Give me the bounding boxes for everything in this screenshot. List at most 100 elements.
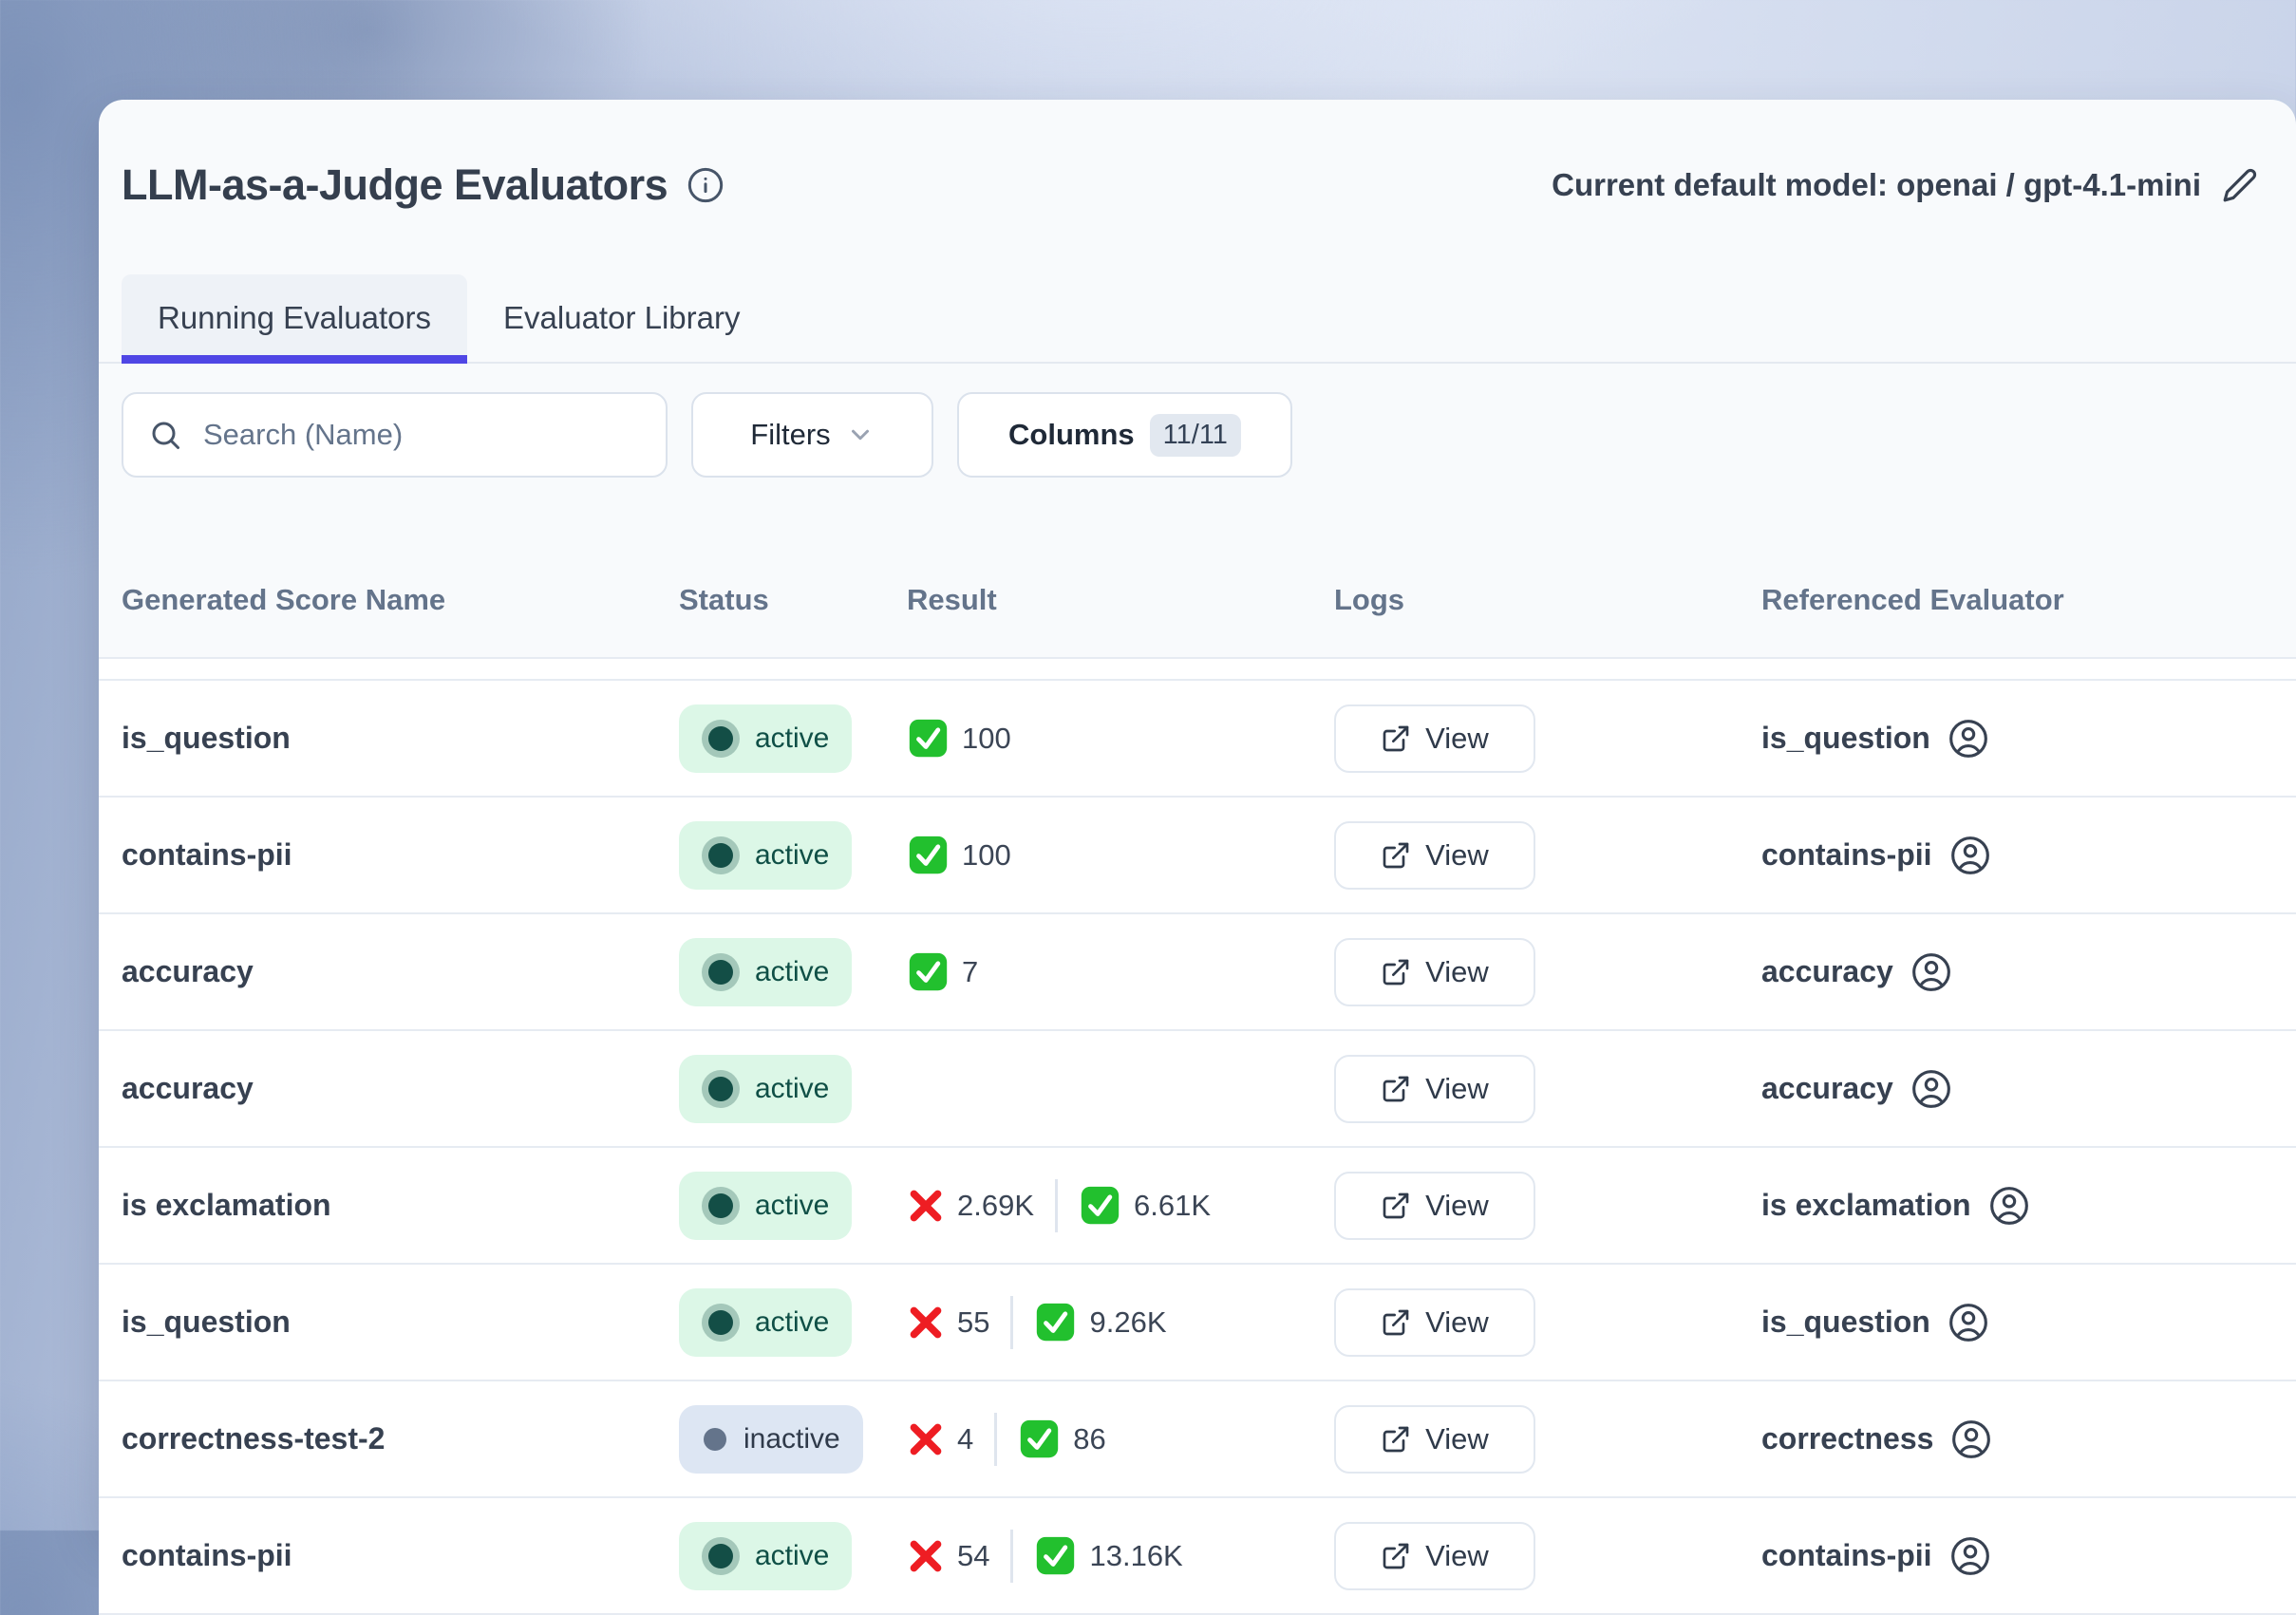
- tab-running-evaluators[interactable]: Running Evaluators: [122, 274, 467, 362]
- user-circle-icon: [1948, 718, 1989, 760]
- referenced-evaluator-cell: correctness: [1761, 1418, 2296, 1460]
- fail-cross-icon: [907, 1420, 945, 1458]
- status-label: active: [755, 839, 829, 872]
- col-header-result: Result: [907, 583, 1334, 617]
- view-label: View: [1425, 1189, 1489, 1223]
- col-header-logs: Logs: [1334, 583, 1761, 617]
- fail-cross-icon: [907, 1537, 945, 1575]
- pass-count: 9.26K: [1034, 1301, 1166, 1343]
- info-icon[interactable]: [687, 166, 725, 204]
- pass-count-value: 7: [962, 955, 978, 989]
- status-label: active: [755, 1540, 829, 1572]
- columns-count-badge: 11/11: [1150, 414, 1241, 457]
- tab-evaluator-library[interactable]: Evaluator Library: [467, 274, 776, 362]
- result-divider: [1010, 1530, 1013, 1583]
- result-cell: 2.69K 6.61K: [907, 1179, 1334, 1232]
- view-logs-button[interactable]: View: [1334, 1522, 1535, 1590]
- result-cell: 5413.16K: [907, 1530, 1334, 1583]
- status-badge: active: [679, 938, 852, 1006]
- logs-cell: View: [1334, 938, 1761, 1006]
- view-logs-button[interactable]: View: [1334, 821, 1535, 890]
- pass-count-value: 9.26K: [1089, 1305, 1166, 1340]
- search-box[interactable]: [122, 392, 668, 478]
- view-logs-button[interactable]: View: [1334, 1055, 1535, 1123]
- logs-cell: View: [1334, 704, 1761, 773]
- status-cell: active: [679, 1288, 907, 1357]
- view-label: View: [1425, 722, 1489, 756]
- edit-pencil-icon[interactable]: [2222, 167, 2258, 203]
- referenced-evaluator-name: accuracy: [1761, 1071, 1893, 1106]
- pass-check-icon: [907, 950, 950, 993]
- status-cell: active: [679, 704, 907, 773]
- search-input[interactable]: [201, 417, 641, 453]
- pass-count: 100: [907, 717, 1011, 760]
- result-cell: 100: [907, 717, 1334, 760]
- score-name-cell: is_question: [122, 1305, 679, 1340]
- view-logs-button[interactable]: View: [1334, 1288, 1535, 1357]
- table-row: correctness-test-2inactive486Viewcorrect…: [99, 1381, 2296, 1498]
- fail-count-value: 4: [957, 1422, 973, 1456]
- score-name-cell: is exclamation: [122, 1188, 679, 1223]
- user-circle-icon: [1910, 1068, 1952, 1110]
- view-logs-button[interactable]: View: [1334, 1172, 1535, 1240]
- logs-cell: View: [1334, 821, 1761, 890]
- status-label: active: [755, 723, 829, 755]
- external-link-icon: [1381, 1541, 1411, 1571]
- default-model-label: Current default model: openai / gpt-4.1-…: [1552, 167, 2201, 203]
- fail-count: 4: [907, 1420, 973, 1458]
- external-link-icon: [1381, 1424, 1411, 1455]
- panel-header: LLM-as-a-Judge Evaluators Current defaul…: [99, 134, 2296, 236]
- view-logs-button[interactable]: View: [1334, 704, 1535, 773]
- filters-button[interactable]: Filters: [691, 392, 933, 478]
- status-badge: active: [679, 1055, 852, 1123]
- result-cell: 100: [907, 834, 1334, 876]
- external-link-icon: [1381, 840, 1411, 871]
- fail-count: 55: [907, 1304, 989, 1342]
- status-badge: active: [679, 1288, 852, 1357]
- external-link-icon: [1381, 1191, 1411, 1221]
- status-dot-icon: [708, 726, 733, 751]
- table-row: contains-piiactive5413.16KViewcontains-p…: [99, 1498, 2296, 1615]
- view-label: View: [1425, 838, 1489, 873]
- user-circle-icon: [1950, 1418, 1992, 1460]
- referenced-evaluator-name: is exclamation: [1761, 1188, 1971, 1223]
- search-icon: [148, 418, 182, 452]
- user-circle-icon: [1910, 951, 1952, 993]
- referenced-evaluator-cell: accuracy: [1761, 951, 2296, 993]
- view-logs-button[interactable]: View: [1334, 1405, 1535, 1474]
- columns-button[interactable]: Columns 11/11: [957, 392, 1292, 478]
- logs-cell: View: [1334, 1522, 1761, 1590]
- table-row: contains-pii active 100 View contains-pii: [99, 798, 2296, 914]
- fail-count: 2.69K: [907, 1187, 1034, 1225]
- status-label: active: [755, 1190, 829, 1222]
- external-link-icon: [1381, 957, 1411, 987]
- status-badge: inactive: [679, 1405, 863, 1474]
- result-divider: [1055, 1179, 1058, 1232]
- external-link-icon: [1381, 1307, 1411, 1338]
- logs-cell: View: [1334, 1055, 1761, 1123]
- status-cell: active: [679, 938, 907, 1006]
- user-circle-icon: [1949, 1535, 1991, 1577]
- result-divider: [1010, 1296, 1013, 1349]
- pass-check-icon: [1018, 1418, 1061, 1460]
- status-dot-icon: [708, 960, 733, 985]
- view-logs-button[interactable]: View: [1334, 938, 1535, 1006]
- pass-check-icon: [1079, 1184, 1121, 1227]
- score-name-cell: contains-pii: [122, 837, 679, 873]
- referenced-evaluator-cell: accuracy: [1761, 1068, 2296, 1110]
- pass-count-value: 6.61K: [1134, 1189, 1211, 1223]
- table-row: is exclamation active 2.69K 6.61K View is exc…: [99, 1148, 2296, 1265]
- pass-count-value: 100: [962, 722, 1011, 756]
- col-header-status: Status: [679, 583, 907, 617]
- pass-count: 86: [1018, 1418, 1105, 1460]
- view-label: View: [1425, 1422, 1489, 1456]
- referenced-evaluator-cell: contains-pii: [1761, 835, 2296, 876]
- table-header: Generated Score Name Status Result Logs …: [99, 478, 2296, 659]
- external-link-icon: [1381, 1074, 1411, 1104]
- pass-count: 13.16K: [1034, 1534, 1182, 1577]
- status-label: active: [755, 1073, 829, 1105]
- chevron-down-icon: [846, 421, 875, 449]
- status-cell: inactive: [679, 1405, 907, 1474]
- referenced-evaluator-cell: contains-pii: [1761, 1535, 2296, 1577]
- referenced-evaluator-cell: is exclamation: [1761, 1185, 2296, 1227]
